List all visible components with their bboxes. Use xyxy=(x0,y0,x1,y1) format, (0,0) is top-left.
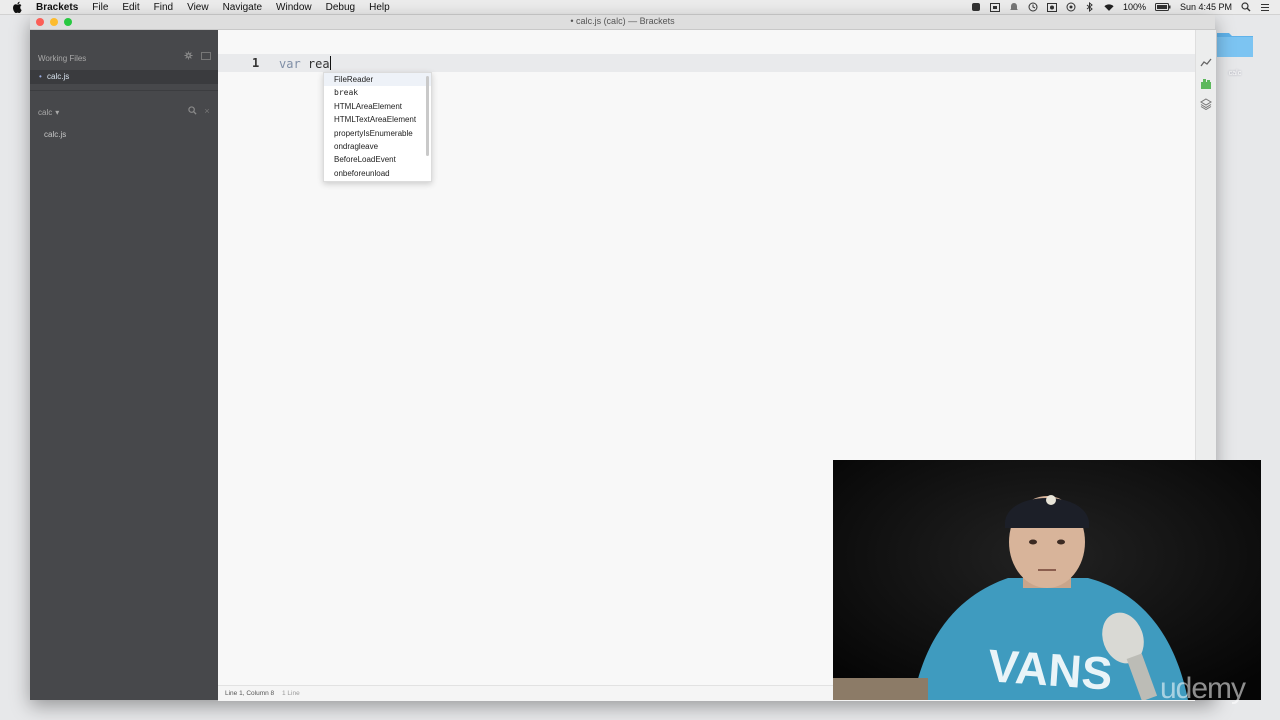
apple-icon[interactable] xyxy=(12,1,24,13)
working-file-item[interactable]: • calc.js xyxy=(30,70,218,84)
project-file-item[interactable]: calc.js xyxy=(44,130,66,139)
menu-view[interactable]: View xyxy=(187,2,209,13)
cloud-sync-icon[interactable] xyxy=(1066,2,1076,12)
screen-capture-icon[interactable] xyxy=(989,2,1000,12)
sidebar-divider xyxy=(30,90,218,91)
search-icon[interactable] xyxy=(188,106,198,116)
split-view-icon[interactable] xyxy=(201,52,211,60)
hints-scrollbar[interactable] xyxy=(426,76,429,156)
recording-icon[interactable] xyxy=(1046,2,1057,12)
code-hint-item[interactable]: HTMLAreaElement xyxy=(324,100,431,113)
chevron-down-icon: ▾ xyxy=(55,108,60,117)
code-hint-item[interactable]: HTMLTextAreaElement xyxy=(324,113,431,126)
live-preview-icon[interactable] xyxy=(1200,56,1212,68)
menu-debug[interactable]: Debug xyxy=(326,2,355,13)
spotlight-search-icon[interactable] xyxy=(1241,2,1251,12)
sidebar: Working Files • calc.js calc ▾ × calc.js xyxy=(30,30,218,700)
cursor-position[interactable]: Line 1, Column 8 xyxy=(225,690,274,697)
layers-icon[interactable] xyxy=(1200,97,1212,111)
menu-window[interactable]: Window xyxy=(276,2,312,13)
close-icon[interactable]: × xyxy=(202,106,212,116)
code-hint-item[interactable]: ondragleave xyxy=(324,140,431,153)
evernote-icon[interactable] xyxy=(971,3,981,12)
active-line-highlight xyxy=(218,54,1195,72)
project-name: calc xyxy=(38,108,53,117)
code-hints-dropdown[interactable]: FileReader break HTMLAreaElement HTMLTex… xyxy=(323,72,432,182)
working-files-header: Working Files xyxy=(38,54,87,63)
code-text: rea xyxy=(300,57,330,71)
menu-navigate[interactable]: Navigate xyxy=(223,2,262,13)
webcam-overlay: VANS xyxy=(833,460,1261,700)
menu-bar: Brackets File Edit Find View Navigate Wi… xyxy=(0,0,1280,15)
notification-center-icon[interactable] xyxy=(1260,3,1270,12)
desktop-folder-icon[interactable] xyxy=(1216,28,1254,58)
menu-file[interactable]: File xyxy=(92,2,108,13)
code-hint-item[interactable]: FileReader xyxy=(324,73,431,87)
window-titlebar[interactable]: • calc.js (calc) — Brackets xyxy=(30,15,1215,30)
udemy-watermark: udemy xyxy=(1160,672,1246,705)
window-title: • calc.js (calc) — Brackets xyxy=(570,16,675,26)
code-hint-item[interactable]: BeforeLoadEvent xyxy=(324,153,431,166)
menu-app-name[interactable]: Brackets xyxy=(36,2,78,13)
line-count: 1 Line xyxy=(282,690,300,697)
code-hint-item[interactable]: propertyIsEnumerable xyxy=(324,127,431,140)
menu-help[interactable]: Help xyxy=(369,2,390,13)
desktop-folder-label[interactable]: calc xyxy=(1216,70,1254,77)
menu-edit[interactable]: Edit xyxy=(122,2,139,13)
code-keyword: var xyxy=(279,57,301,71)
battery-percent: 100% xyxy=(1122,2,1146,12)
extension-manager-icon[interactable] xyxy=(1200,77,1212,89)
presenter-image: VANS xyxy=(833,460,1261,700)
bluetooth-icon[interactable] xyxy=(1085,2,1095,12)
notification-icon[interactable] xyxy=(1009,3,1019,12)
line-number: 1 xyxy=(252,56,260,70)
time-machine-icon[interactable] xyxy=(1028,2,1038,12)
code-hint-item[interactable]: break xyxy=(324,86,431,99)
text-cursor xyxy=(329,56,331,70)
code-hint-item[interactable]: onbeforeunload xyxy=(324,167,431,180)
unsaved-dot-icon: • xyxy=(39,72,42,81)
working-file-label: calc.js xyxy=(47,72,70,81)
battery-icon[interactable] xyxy=(1154,3,1171,12)
menu-find[interactable]: Find xyxy=(154,2,173,13)
gear-icon[interactable] xyxy=(184,51,194,61)
menubar-clock[interactable]: Sun 4:45 PM xyxy=(1180,2,1232,12)
project-dropdown[interactable]: calc ▾ xyxy=(38,108,59,117)
svg-text:VANS: VANS xyxy=(986,639,1114,700)
wifi-icon[interactable] xyxy=(1104,3,1114,12)
code-line[interactable]: var rea xyxy=(279,56,331,71)
